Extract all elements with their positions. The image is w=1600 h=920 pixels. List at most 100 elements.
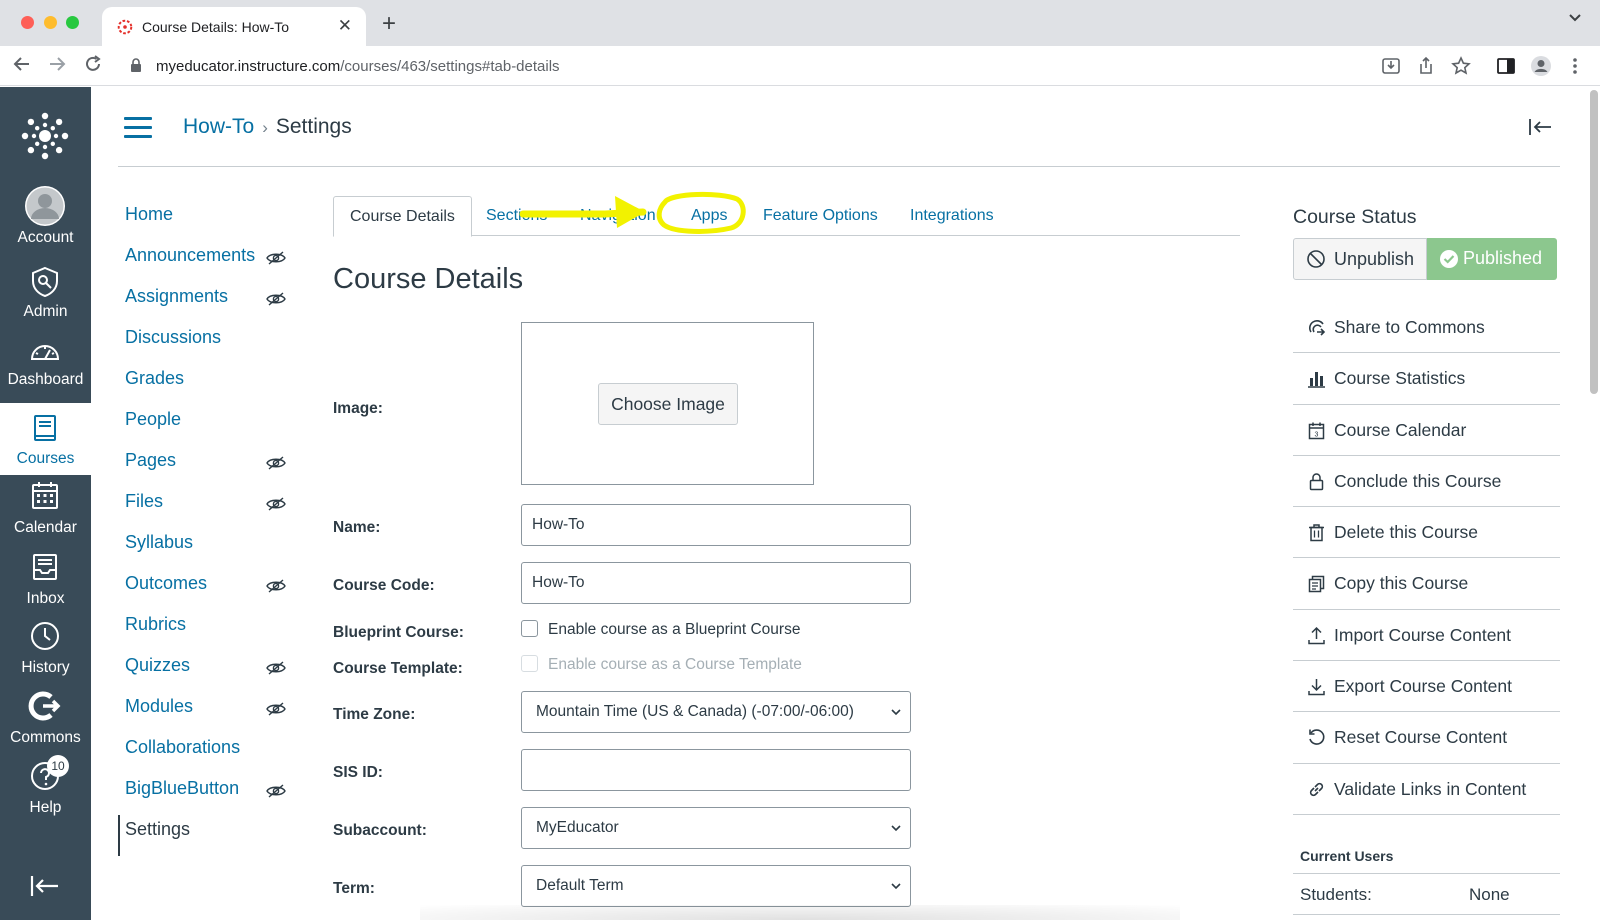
tab-sections[interactable]: Sections [486, 196, 547, 236]
reload-icon[interactable] [83, 54, 103, 74]
canvas-logo-icon[interactable] [20, 111, 70, 161]
course-status-title: Course Status [1293, 206, 1417, 228]
install-app-icon[interactable] [1380, 55, 1402, 77]
breadcrumb-course-link[interactable]: How-To [183, 115, 254, 138]
side-panel-icon[interactable] [1495, 55, 1517, 77]
calendar-icon [32, 482, 58, 509]
course-nav-discussions[interactable]: Discussions [118, 323, 298, 364]
course-nav-home[interactable]: Home [118, 200, 298, 241]
template-checkbox [521, 655, 538, 672]
forward-arrow-icon[interactable] [47, 54, 67, 74]
global-nav-dashboard[interactable]: Dashboard [0, 333, 91, 401]
global-nav-history[interactable]: History [0, 617, 91, 685]
bookmark-star-icon[interactable] [1450, 55, 1472, 77]
tab-feature-options[interactable]: Feature Options [763, 196, 878, 236]
course-statistics-link[interactable]: Course Statistics [1293, 353, 1560, 405]
global-nav-commons[interactable]: Commons [0, 687, 91, 755]
global-nav-label: Calendar [14, 519, 77, 536]
back-arrow-icon[interactable] [12, 54, 32, 74]
profile-avatar-icon[interactable] [1530, 55, 1552, 77]
unpublish-button[interactable]: Unpublish [1293, 238, 1427, 280]
tab-search-chevron-icon[interactable] [1568, 13, 1582, 23]
course-template-label: Course Template: [333, 660, 463, 677]
close-window-button[interactable] [21, 16, 34, 29]
check-circle-icon [1440, 250, 1458, 268]
course-code-input[interactable] [521, 562, 911, 604]
global-nav-help[interactable]: 10 Help [0, 755, 91, 823]
reset-course-content-link[interactable]: Reset Course Content [1293, 712, 1560, 764]
choose-image-button[interactable]: Choose Image [598, 383, 738, 425]
subaccount-value: MyEducator [536, 819, 619, 836]
course-nav-assignments[interactable]: Assignments [118, 282, 298, 323]
course-nav-quizzes[interactable]: Quizzes [118, 651, 298, 692]
current-users-title: Current Users [1300, 848, 1394, 864]
breadcrumb-current: Settings [275, 115, 352, 138]
image-label: Image: [333, 400, 383, 417]
tab-apps[interactable]: Apps [691, 196, 727, 236]
tab-integrations[interactable]: Integrations [910, 196, 994, 236]
sis-id-label: SIS ID: [333, 764, 383, 781]
course-nav-collaborations[interactable]: Collaborations [118, 733, 298, 774]
global-nav-label: Account [17, 229, 74, 246]
share-to-commons-link[interactable]: Share to Commons [1293, 302, 1560, 354]
global-nav-account[interactable]: Account [0, 183, 91, 251]
sis-id-input[interactable] [521, 749, 911, 791]
copy-this-course-link[interactable]: Copy this Course [1293, 558, 1560, 610]
collapse-sidebar-icon[interactable] [1528, 117, 1552, 137]
course-nav-modules[interactable]: Modules [118, 692, 298, 733]
course-calendar-link[interactable]: 3 Course Calendar [1293, 405, 1560, 456]
maximize-window-button[interactable] [66, 16, 79, 29]
time-zone-label: Time Zone: [333, 706, 416, 723]
validate-links-in-content-link[interactable]: Validate Links in Content [1293, 764, 1560, 815]
tab-navigation[interactable]: Navigation [580, 196, 656, 236]
bar-chart-icon [1308, 372, 1325, 389]
course-name-input[interactable] [521, 504, 911, 546]
course-nav-grades[interactable]: Grades [118, 364, 298, 405]
course-navigation: Home Announcements Assignments Discussions G… [118, 200, 298, 856]
time-zone-select[interactable]: Mountain Time (US & Canada) (-07:00/-06:… [521, 691, 911, 733]
global-nav-inbox[interactable]: Inbox [0, 547, 91, 615]
blueprint-checkbox-row[interactable]: Enable course as a Blueprint Course [521, 620, 800, 639]
svg-text:3: 3 [1315, 431, 1319, 438]
address-bar[interactable]: myeducator.instructure.com/courses/463/s… [118, 50, 1458, 82]
global-nav-courses[interactable]: Courses [0, 403, 91, 475]
course-nav-files[interactable]: Files [118, 487, 298, 528]
course-nav-settings[interactable]: Settings [118, 815, 298, 856]
browser-tab[interactable]: Course Details: How-To ✕ [102, 7, 366, 46]
collapse-nav-icon[interactable] [28, 871, 62, 901]
export-course-content-link[interactable]: Export Course Content [1293, 661, 1560, 713]
course-nav-outcomes[interactable]: Outcomes [118, 569, 298, 610]
account-icon [25, 186, 65, 226]
published-button[interactable]: Published [1427, 238, 1557, 280]
course-nav-bigbluebutton[interactable]: BigBlueButton [118, 774, 298, 815]
action-label: Reset Course Content [1334, 727, 1508, 748]
share-icon[interactable] [1415, 55, 1437, 77]
tab-course-details[interactable]: Course Details [333, 196, 472, 237]
subaccount-select[interactable]: MyEducator [521, 807, 911, 849]
course-nav-pages[interactable]: Pages [118, 446, 298, 487]
course-menu-hamburger-button[interactable] [124, 117, 152, 139]
course-nav-people[interactable]: People [118, 405, 298, 446]
conclude-this-course-link[interactable]: Conclude this Course [1293, 456, 1560, 508]
hidden-eye-icon [266, 779, 286, 798]
blueprint-checkbox[interactable] [521, 620, 538, 637]
action-label: Import Course Content [1334, 624, 1512, 645]
new-tab-button[interactable]: + [382, 10, 396, 38]
import-course-content-link[interactable]: Import Course Content [1293, 610, 1560, 662]
lock-icon [131, 58, 141, 72]
students-label: Students: [1300, 885, 1372, 904]
page-scrollbar[interactable] [1590, 90, 1598, 394]
published-label: Published [1463, 248, 1543, 268]
browser-menu-icon[interactable] [1570, 55, 1580, 77]
course-nav-rubrics[interactable]: Rubrics [118, 610, 298, 651]
term-select[interactable]: Default Term [521, 865, 911, 907]
close-tab-icon[interactable]: ✕ [338, 16, 352, 36]
unpublish-icon [1307, 250, 1325, 268]
chevron-down-icon [891, 709, 901, 716]
global-nav-admin[interactable]: Admin [0, 263, 91, 331]
global-nav-calendar[interactable]: Calendar [0, 477, 91, 545]
course-nav-announcements[interactable]: Announcements [118, 241, 298, 282]
delete-this-course-link[interactable]: Delete this Course [1293, 507, 1560, 559]
course-nav-syllabus[interactable]: Syllabus [118, 528, 298, 569]
minimize-window-button[interactable] [44, 16, 57, 29]
